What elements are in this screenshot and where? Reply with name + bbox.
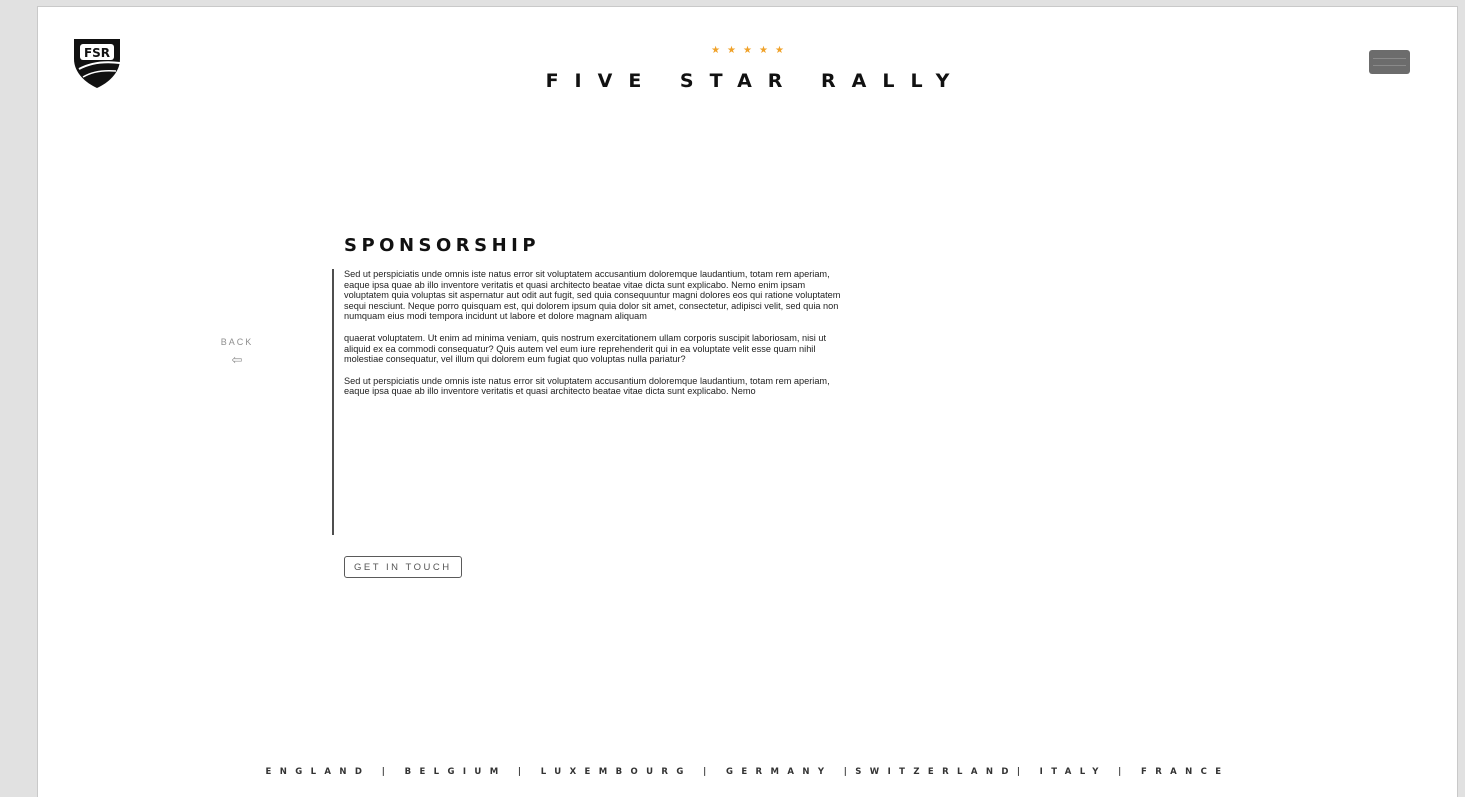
get-in-touch-button[interactable]: GET IN TOUCH <box>344 556 462 578</box>
brand-title: FIVE STAR RALLY <box>545 70 966 92</box>
back-label: BACK <box>220 337 254 347</box>
menu-line <box>1373 58 1406 59</box>
back-link[interactable]: BACK ⇦ <box>206 337 268 366</box>
paragraph: quaerat voluptatem. Ut enim ad minima ve… <box>344 332 827 365</box>
page-canvas: FSR ★★★★★ FIVE STAR RALLY BACK ⇦ SPONSOR… <box>37 6 1458 797</box>
main-content: SPONSORSHIP Sed ut perspiciatis unde omn… <box>332 235 852 578</box>
article-body[interactable]: Sed ut perspiciatis unde omnis iste natu… <box>332 269 852 535</box>
page-title: SPONSORSHIP <box>344 235 541 256</box>
rating-stars: ★★★★★ <box>711 45 791 56</box>
paragraph: Sed ut perspiciatis unde omnis iste natu… <box>344 269 841 322</box>
footer-country-list: ENGLAND | BELGIUM | LUXEMBOURG | GERMANY… <box>265 767 1230 777</box>
menu-line <box>1373 65 1406 66</box>
hamburger-menu-icon[interactable] <box>1369 50 1410 74</box>
arrow-left-icon: ⇦ <box>231 352 243 367</box>
paragraph: Sed ut perspiciatis unde omnis iste natu… <box>344 375 830 397</box>
